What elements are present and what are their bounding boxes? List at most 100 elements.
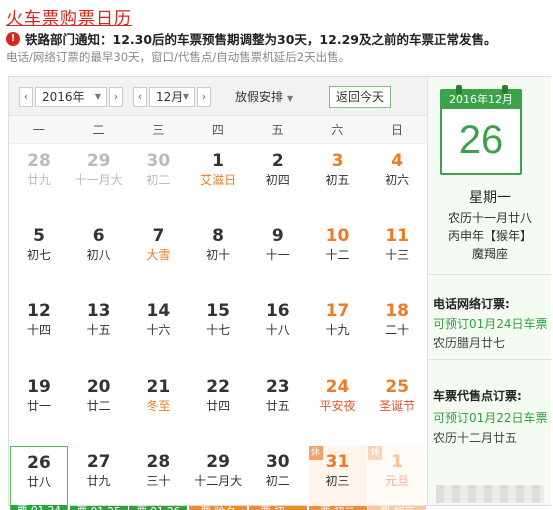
day-cell[interactable]: 27廿九票 01.25 xyxy=(69,446,128,510)
day-cell[interactable]: 26廿八票 01.24 xyxy=(10,445,68,510)
day-cell[interactable]: 10 十二 xyxy=(309,220,367,293)
day-cell[interactable]: 30初二票 初一 xyxy=(248,446,307,510)
weekday-label: 日 xyxy=(390,123,403,137)
lunar-label: 三十 xyxy=(146,473,171,488)
lunar-label: 十八 xyxy=(265,323,290,338)
day-cell[interactable]: 23 廿五 xyxy=(249,371,307,444)
prev-year-button[interactable]: ‹ xyxy=(19,87,33,107)
lunar-label: 初十 xyxy=(206,248,231,263)
day-number: 7 xyxy=(152,226,165,247)
day-cell[interactable]: 28 廿九 xyxy=(10,145,68,218)
day-cell[interactable]: 9 十一 xyxy=(249,220,307,293)
year-select[interactable]: 2016年 ▼ xyxy=(35,87,107,107)
day-cell[interactable]: 休1元旦票 初三 xyxy=(368,445,427,510)
ticket-sale-badge[interactable]: 票 除夕 xyxy=(189,505,248,510)
day-number: 26 xyxy=(27,452,51,473)
next-month-button[interactable]: › xyxy=(197,87,211,107)
day-cell[interactable]: 11 十三 xyxy=(368,220,426,293)
day-cell[interactable]: 28三十票 01.26 xyxy=(129,446,188,510)
sub-notice: 电话/网络订票的最早30天，窗口/代售点/自动售票机延后2天出售。 xyxy=(6,50,351,64)
day-number: 8 xyxy=(212,226,225,247)
lunar-label: 十四 xyxy=(26,323,51,338)
day-cell[interactable]: 3 初五 xyxy=(309,145,367,218)
day-number: 23 xyxy=(265,376,290,397)
day-number: 18 xyxy=(385,301,410,322)
day-cell[interactable]: 29 十一月大 xyxy=(70,145,128,218)
day-number: 9 xyxy=(271,226,284,247)
day-number: 16 xyxy=(265,301,290,322)
day-cell[interactable]: 13 十五 xyxy=(70,295,128,368)
day-cell[interactable]: 16 十八 xyxy=(249,295,307,368)
lunar-label: 十六 xyxy=(146,323,171,338)
day-cell[interactable]: 30 初二 xyxy=(129,145,187,218)
prev-month-button[interactable]: ‹ xyxy=(133,87,147,107)
day-cell[interactable]: 2 初四 xyxy=(249,145,307,218)
day-card-number: 26 xyxy=(458,118,504,162)
ticket-sale-badge[interactable]: 票 01.25 xyxy=(69,505,128,510)
ticket-sale-badge[interactable]: 票 初三 xyxy=(368,505,427,510)
lunar-label: 大雪 xyxy=(146,248,171,263)
blurred-content xyxy=(436,485,544,503)
month-select[interactable]: 12月 ▼ xyxy=(149,87,195,107)
day-card-header: 2016年12月 xyxy=(442,91,520,109)
day-cell[interactable]: 18 二十 xyxy=(368,295,426,368)
weekday-label: 三 xyxy=(152,123,165,137)
weekday-label: 六 xyxy=(331,123,344,137)
selected-day-panel: 2016年12月 26 星期一 农历十一月廿八 丙申年【猴年】 魔羯座 电话网络… xyxy=(427,77,552,505)
day-cell[interactable]: 29十二月大票 除夕 xyxy=(189,446,248,510)
day-number: 19 xyxy=(27,376,51,397)
chevron-down-icon: ▼ xyxy=(94,92,101,101)
day-number: 29 xyxy=(206,451,230,472)
agent-order-lunar: 农历十二月廿五 xyxy=(433,431,518,445)
day-cell[interactable]: 25 圣诞节 xyxy=(368,371,426,444)
day-cell[interactable]: 21 冬至 xyxy=(129,371,187,444)
day-cell[interactable]: 22 廿四 xyxy=(189,371,247,444)
day-number: 3 xyxy=(331,151,344,171)
day-cell[interactable]: 12 十四 xyxy=(10,295,68,368)
day-number: 29 xyxy=(86,151,111,171)
notice-banner: ! 铁路部门通知：12.30后的车票预售期调整为30天，12.29及之前的车票正… xyxy=(6,29,496,48)
ticket-sale-badge[interactable]: 票 初一 xyxy=(248,505,307,510)
next-year-button[interactable]: › xyxy=(109,87,123,107)
lunar-label: 十五 xyxy=(86,323,111,338)
lunar-label: 廿八 xyxy=(26,474,51,489)
lunar-label: 十一 xyxy=(265,248,290,263)
day-cell[interactable]: 4 初六 xyxy=(368,145,426,218)
day-cell[interactable]: 20 廿二 xyxy=(70,371,128,444)
day-cell[interactable]: 6 初八 xyxy=(70,220,128,293)
selected-weekday: 星期一 xyxy=(469,190,511,206)
day-number: 5 xyxy=(33,226,45,247)
day-cell[interactable]: 17 十九 xyxy=(309,295,367,368)
notice-text: 铁路部门通知：12.30后的车票预售期调整为30天，12.29及之前的车票正常发… xyxy=(25,32,497,47)
day-cell[interactable]: 5 初七 xyxy=(10,220,68,293)
ticket-sale-badge[interactable]: 票 01.24 xyxy=(11,504,67,510)
ticket-sale-badge[interactable]: 票 01.26 xyxy=(129,505,188,510)
holiday-select[interactable]: 放假安排 ▼ xyxy=(231,87,297,107)
back-to-today-button[interactable]: 返回今天 xyxy=(329,86,391,108)
day-cell[interactable]: 15 十七 xyxy=(189,295,247,368)
day-number: 24 xyxy=(325,376,350,397)
day-number: 28 xyxy=(27,151,51,171)
day-cell[interactable]: 19 廿一 xyxy=(10,371,68,444)
agent-order-date: 可预订01月22日车票 xyxy=(433,411,548,425)
day-cell[interactable]: 24 平安夜 xyxy=(309,371,367,444)
lunar-label: 冬至 xyxy=(146,398,171,413)
day-number: 12 xyxy=(27,301,51,322)
lunar-label: 廿二 xyxy=(86,398,111,413)
lunar-label: 十九 xyxy=(325,323,350,338)
lunar-label: 廿五 xyxy=(265,398,290,413)
lunar-label: 十三 xyxy=(385,248,410,263)
day-number: 28 xyxy=(146,451,171,472)
ticket-sale-badge[interactable]: 票 初二 xyxy=(308,505,367,510)
day-cell[interactable]: 休31初三票 初二 xyxy=(308,445,367,510)
day-cell[interactable]: 1 艾滋日 xyxy=(189,145,247,218)
page-title[interactable]: 火车票购票日历 xyxy=(6,4,132,29)
divider xyxy=(428,359,552,360)
day-cell[interactable]: 8 初十 xyxy=(189,220,247,293)
day-number: 2 xyxy=(271,151,284,171)
lunar-label: 平安夜 xyxy=(319,398,356,413)
day-cell[interactable]: 14 十六 xyxy=(129,295,187,368)
lunar-label: 十七 xyxy=(206,323,231,338)
phone-order-title: 电话网络订票: xyxy=(433,297,510,311)
day-cell[interactable]: 7 大雪 xyxy=(129,220,187,293)
